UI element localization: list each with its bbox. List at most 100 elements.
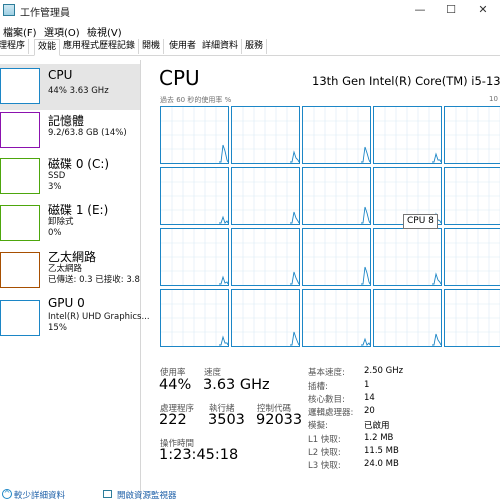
core-usage-line <box>445 107 500 163</box>
detail-value: 1 <box>364 380 370 390</box>
core-usage-line <box>445 290 500 346</box>
sidebar-item-value: 3% <box>48 182 62 192</box>
chevron-up-icon[interactable]: ^ <box>2 489 12 499</box>
sidebar-item-sub: 9.2/63.8 GB (14%) <box>48 128 127 138</box>
tab-app-history[interactable]: 應用程式歷程記錄 <box>60 39 140 54</box>
sidebar-item-gpu-0[interactable]: GPU 0 Intel(R) UHD Graphics... 15% <box>0 296 150 343</box>
tab-processes[interactable]: 處理程序 <box>0 39 30 54</box>
cpu-core-graph <box>231 106 300 164</box>
detail-value: 20 <box>364 406 375 416</box>
core-usage-line <box>374 107 441 163</box>
cpu-core-graph <box>302 289 371 347</box>
core-usage-line <box>303 168 370 224</box>
fewer-details-link[interactable]: 較少詳細資料 <box>14 489 65 501</box>
sidebar-item-disk-0[interactable]: 磁碟 0 (C:) SSD 3% <box>0 156 140 202</box>
cpu-core-graph <box>160 167 229 225</box>
detail-value: 24.0 MB <box>364 459 399 469</box>
cpu-core-graph <box>160 106 229 164</box>
cpu-core-graph <box>373 106 442 164</box>
maximize-button[interactable]: ☐ <box>436 0 466 20</box>
menu-view[interactable]: 檢視(V) <box>87 24 122 39</box>
resource-sidebar: CPU 44% 3.63 GHz 記憶體 9.2/63.8 GB (14%) 磁… <box>0 60 150 500</box>
graph-caption: 過去 60 秒的使用率 % <box>160 96 232 104</box>
cpu-core-graph <box>302 167 371 225</box>
speed-value: 3.63 GHz <box>203 377 270 393</box>
cpu-core-graph <box>231 289 300 347</box>
open-resource-monitor-link[interactable]: 開啟資源監視器 <box>117 489 177 501</box>
gpu-thumbnail-graph <box>0 300 40 336</box>
task-manager-icon <box>3 4 15 16</box>
sidebar-item-title: 記憶體 <box>48 114 85 128</box>
core-usage-line <box>445 168 500 224</box>
detail-label: L1 快取: <box>308 435 341 445</box>
cpu-core-graph <box>160 228 229 286</box>
detail-label: L2 快取: <box>308 448 341 458</box>
sidebar-item-disk-1[interactable]: 磁碟 1 (E:) 卸除式 0% <box>0 202 140 248</box>
core-usage-line <box>445 229 500 285</box>
core-usage-line <box>232 168 299 224</box>
core-usage-line <box>303 107 370 163</box>
threads-value: 3503 <box>208 412 245 428</box>
sidebar-item-title: GPU 0 <box>48 296 85 310</box>
disk0-thumbnail-graph <box>0 158 40 194</box>
cpu-core-graph <box>373 289 442 347</box>
sidebar-item-sub: SSD <box>48 171 66 181</box>
processes-value: 222 <box>159 412 187 428</box>
graph-max-label: 10 <box>489 95 498 103</box>
close-button[interactable]: ✕ <box>468 0 498 20</box>
tab-strip: 處理程序 效能 應用程式歷程記錄 開機 使用者 詳細資料 服務 <box>0 39 500 56</box>
menu-options[interactable]: 選項(O) <box>44 24 80 39</box>
disk1-thumbnail-graph <box>0 205 40 241</box>
detail-label: 插槽: <box>308 382 328 392</box>
cpu-core-graph <box>160 289 229 347</box>
sidebar-item-title: CPU <box>48 68 73 82</box>
footer: ^ 較少詳細資料 開啟資源監視器 <box>0 489 500 501</box>
core-usage-line <box>232 290 299 346</box>
detail-label: 邏輯處理器: <box>308 408 354 418</box>
cpu-core-graph <box>444 106 500 164</box>
cpu-core-graph <box>231 228 300 286</box>
detail-value: 11.5 MB <box>364 446 399 456</box>
sidebar-item-title: 乙太網路 <box>48 250 97 264</box>
tab-startup[interactable]: 開機 <box>139 39 165 54</box>
detail-value: 2.50 GHz <box>364 366 404 376</box>
sidebar-item-title: 磁碟 0 (C:) <box>48 157 110 171</box>
cpu-model-name: 13th Gen Intel(R) Core(TM) i5-1350 <box>312 74 500 88</box>
title-bar: 工作管理員 — ☐ ✕ <box>0 0 500 22</box>
tab-details[interactable]: 詳細資料 <box>199 39 243 54</box>
cpu-core-graph <box>444 289 500 347</box>
core-usage-line <box>232 229 299 285</box>
core-usage-line <box>161 168 228 224</box>
minimize-button[interactable]: — <box>405 0 435 20</box>
detail-label: 基本速度: <box>308 368 345 378</box>
tab-users[interactable]: 使用者 <box>166 39 201 54</box>
utilization-value: 44% <box>159 377 192 393</box>
sidebar-item-sub: 44% 3.63 GHz <box>48 86 109 96</box>
tab-performance[interactable]: 效能 <box>34 39 61 56</box>
sidebar-item-memory[interactable]: 記憶體 9.2/63.8 GB (14%) <box>0 110 140 156</box>
page-title: CPU <box>159 66 200 90</box>
core-usage-line <box>374 229 441 285</box>
cpu-core-graph <box>444 228 500 286</box>
detail-value: 14 <box>364 393 375 403</box>
sidebar-item-ethernet[interactable]: 乙太網路 乙太網路 已傳送: 0.3 已接收: 3.8 <box>0 249 140 295</box>
sidebar-item-cpu[interactable]: CPU 44% 3.63 GHz <box>0 64 140 110</box>
cpu-core-graph <box>231 167 300 225</box>
uptime-value: 1:23:45:18 <box>159 447 239 463</box>
cpu-core-graph <box>302 228 371 286</box>
menu-file[interactable]: 檔案(F) <box>3 24 37 39</box>
sidebar-item-value: 0% <box>48 228 62 238</box>
sidebar-item-title: 磁碟 1 (E:) <box>48 203 109 217</box>
cpu-thumbnail-graph <box>0 68 40 104</box>
core-usage-line <box>374 290 441 346</box>
sidebar-item-sub: Intel(R) UHD Graphics... <box>48 312 150 322</box>
resource-monitor-icon <box>103 490 112 498</box>
detail-label: L3 快取: <box>308 461 341 471</box>
sidebar-item-value: 已傳送: 0.3 已接收: 3.8 <box>48 275 140 285</box>
menu-bar: 檔案(F) 選項(O) 檢視(V) <box>0 22 500 39</box>
sidebar-item-sub: 乙太網路 <box>48 264 83 274</box>
core-usage-line <box>232 107 299 163</box>
tab-services[interactable]: 服務 <box>242 39 268 54</box>
memory-thumbnail-graph <box>0 112 40 148</box>
cpu-tooltip: CPU 8 <box>403 214 438 229</box>
